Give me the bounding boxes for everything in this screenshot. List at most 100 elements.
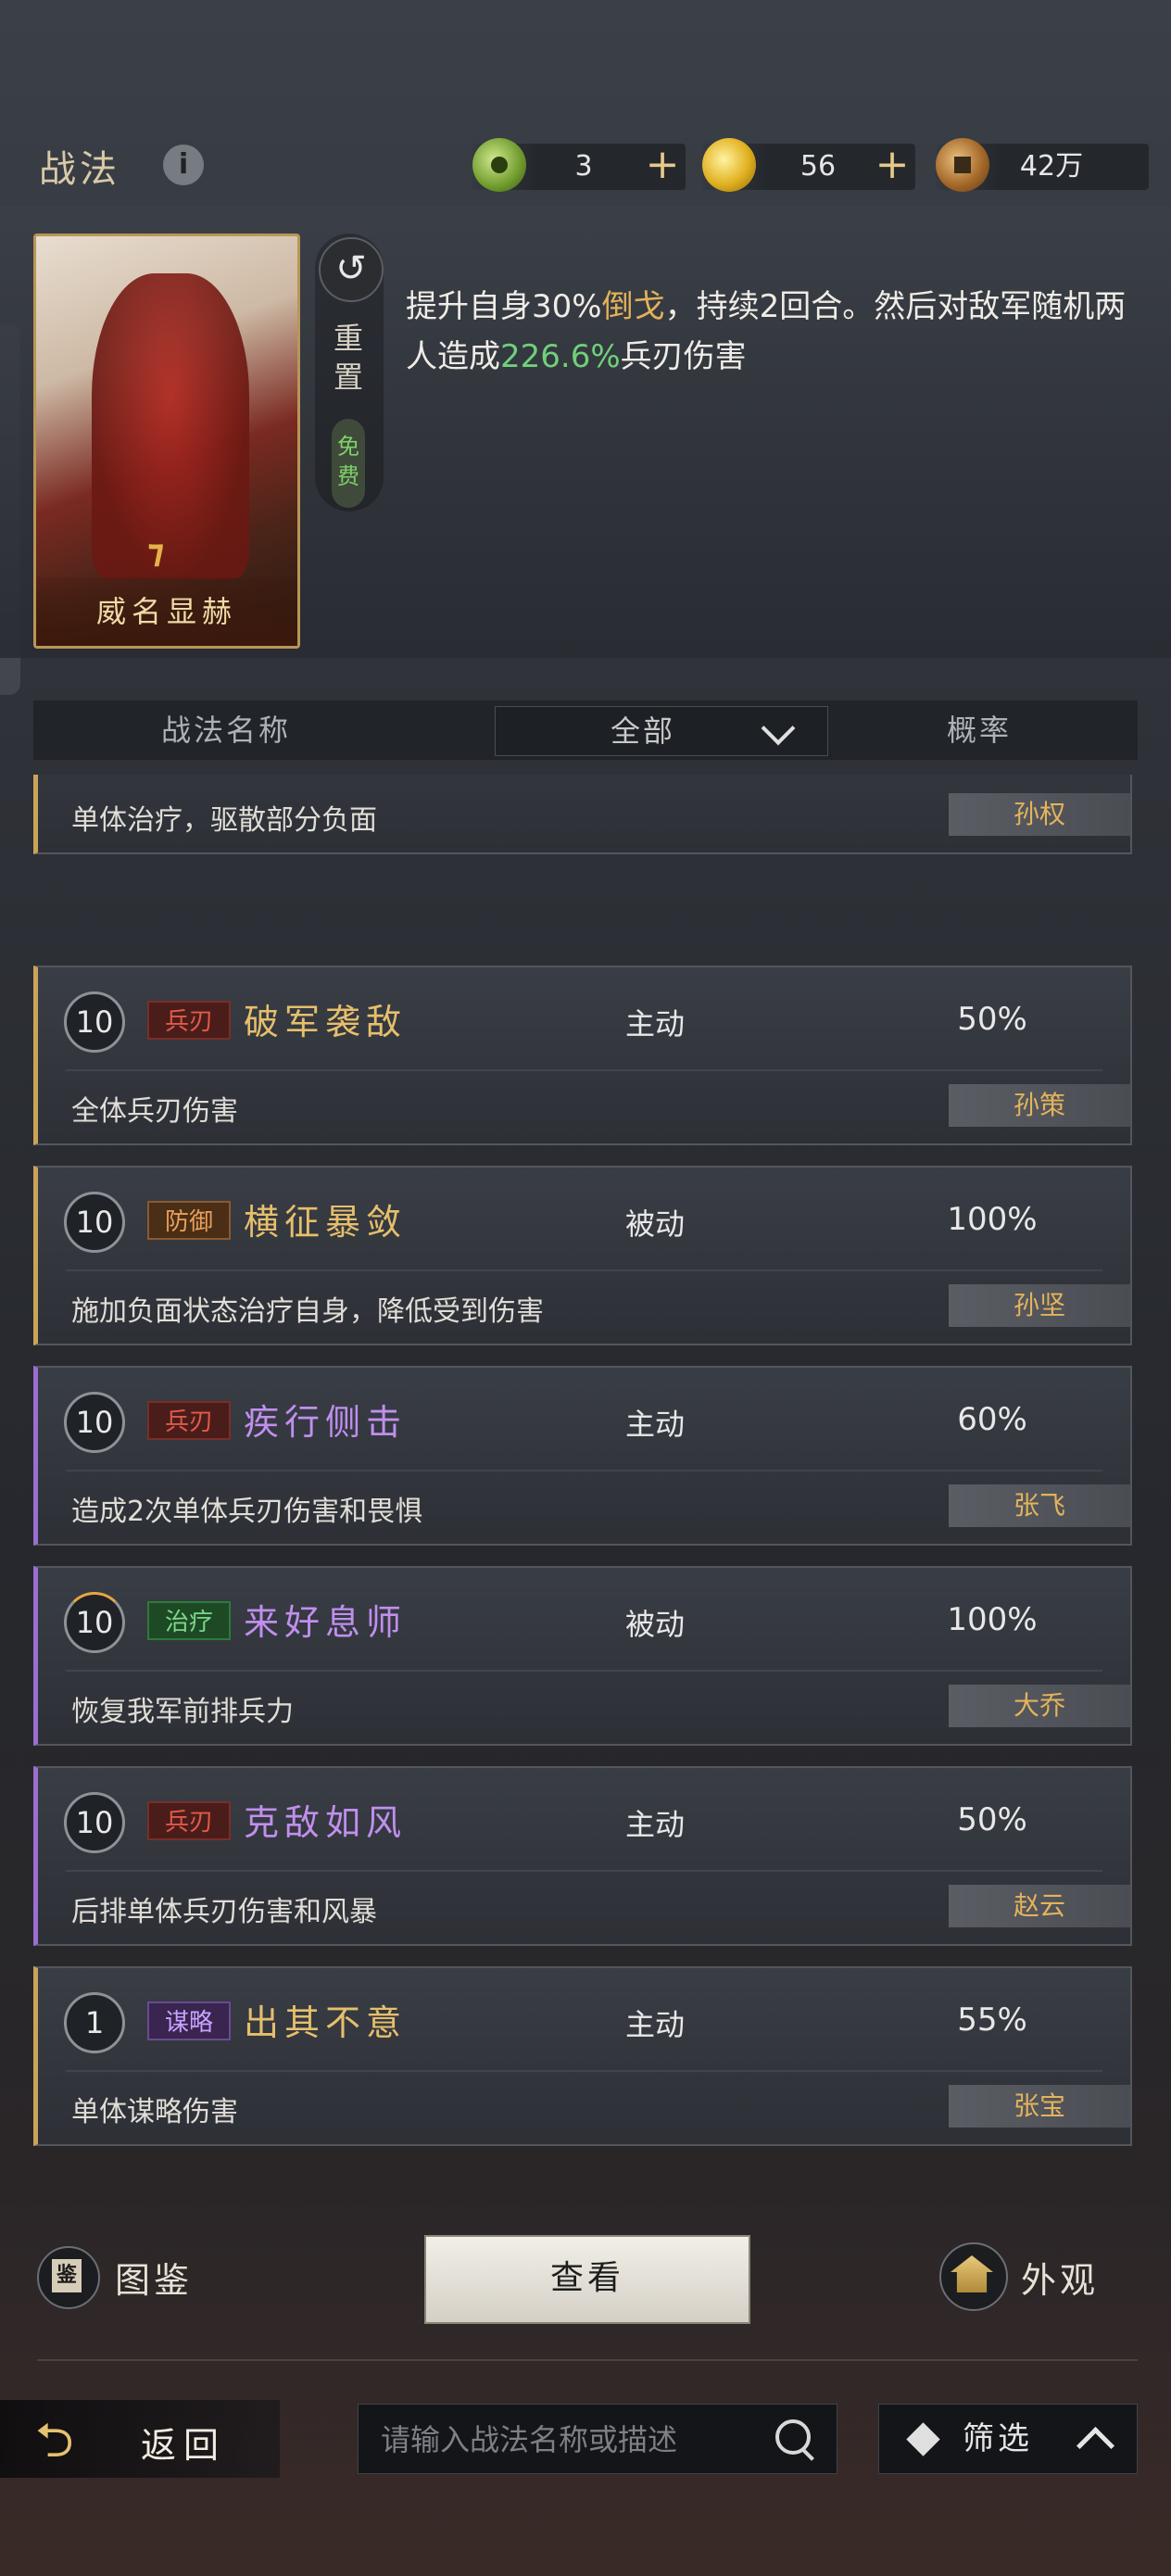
jade-plus-button[interactable]: + — [639, 144, 686, 190]
skill-description: 单体谋略伤害 — [71, 2096, 238, 2128]
skill-name: 疾行侧击 — [244, 1402, 408, 1443]
reset-label[interactable]: 重置 — [330, 319, 367, 397]
general-figure — [92, 273, 249, 579]
card-badge-icon: ⁊ — [147, 533, 165, 571]
skill-name: 横征暴敛 — [244, 1202, 408, 1243]
info-icon[interactable]: i — [163, 145, 204, 185]
skill-row[interactable]: 10 防御 横征暴敛 被动 100% 施加负面状态治疗自身，降低受到伤害 孙坚 — [33, 1166, 1132, 1345]
back-label[interactable]: 返回 — [141, 2417, 226, 2468]
skill-name: 破军袭敌 — [244, 1002, 408, 1042]
resource-jade: 3 + — [472, 138, 686, 192]
search-input[interactable] — [379, 2405, 753, 2475]
skill-description: 单体治疗，驱散部分负面 — [71, 804, 377, 837]
skill-owner[interactable]: 孙坚 — [949, 1284, 1130, 1327]
skill-owner[interactable]: 赵云 — [949, 1885, 1130, 1927]
desc-part-3: 兵刃伤害 — [620, 338, 747, 375]
skill-owner[interactable]: 大乔 — [949, 1685, 1130, 1727]
type-filter-dropdown[interactable]: 全部 — [495, 706, 828, 756]
row-divider — [66, 1670, 1102, 1672]
skill-name: 来好息师 — [244, 1602, 408, 1643]
resource-copper: 42万 — [936, 138, 1149, 192]
skill-type-tag: 兵刃 — [147, 1401, 231, 1440]
skill-card[interactable]: ⁊ 威名显赫 — [33, 234, 300, 649]
skill-activation: 主动 — [625, 1006, 686, 1042]
skill-description: 后排单体兵刃伤害和风暴 — [71, 1896, 377, 1928]
skill-level: 10 — [64, 1792, 125, 1853]
skill-activation: 主动 — [625, 1407, 686, 1442]
search-icon[interactable] — [775, 2419, 811, 2455]
skill-type-tag: 兵刃 — [147, 1001, 231, 1040]
type-filter-value: 全部 — [611, 713, 676, 749]
skill-probability: 100% — [947, 1201, 1038, 1238]
view-button[interactable]: 查看 — [424, 2235, 750, 2324]
skill-description: 恢复我军前排兵力 — [71, 1696, 294, 1728]
skill-list[interactable]: 单体治疗，驱散部分负面 孙权 10 兵刃 破军袭敌 主动 50% 全体兵刃伤害 孙策 10 防御 横征… — [33, 775, 1140, 2161]
skill-probability: 100% — [947, 1601, 1038, 1638]
row-divider — [66, 1269, 1102, 1271]
skill-activation: 被动 — [625, 1206, 686, 1242]
skill-owner[interactable]: 孙策 — [949, 1084, 1130, 1127]
resource-gold: 56 + — [702, 138, 915, 192]
skill-row[interactable]: 10 兵刃 克敌如风 主动 50% 后排单体兵刃伤害和风暴 赵云 — [33, 1766, 1132, 1946]
row-divider — [66, 1069, 1102, 1071]
skill-activation: 主动 — [625, 2007, 686, 2042]
row-divider — [66, 2070, 1102, 2072]
skill-level: 10 — [64, 1192, 125, 1253]
jade-coin-icon — [472, 138, 526, 192]
codex-button[interactable]: 图鉴 — [115, 2252, 193, 2303]
desc-highlight-damage: 226.6% — [500, 338, 621, 375]
skill-row[interactable]: 单体治疗，驱散部分负面 孙权 — [33, 775, 1132, 854]
skill-row[interactable]: 10 治疗 来好息师 被动 100% 恢复我军前排兵力 大乔 — [33, 1566, 1132, 1746]
desc-highlight-status: 倒戈 — [601, 288, 665, 325]
skill-owner[interactable]: 张飞 — [949, 1484, 1130, 1527]
filter-label: 筛选 — [963, 2420, 1033, 2457]
skill-type-tag: 谋略 — [147, 2001, 231, 2040]
col-skill-name: 战法名称 — [161, 713, 292, 748]
divider — [37, 2359, 1138, 2361]
skill-activation: 主动 — [625, 1807, 686, 1842]
skill-activation: 被动 — [625, 1607, 686, 1642]
jade-value: 3 — [574, 150, 593, 183]
skill-level: 10 — [64, 991, 125, 1053]
skill-owner[interactable]: 孙权 — [949, 793, 1130, 836]
skin-button[interactable]: 外观 — [1021, 2252, 1099, 2303]
free-badge: 免费 — [332, 419, 365, 508]
codex-book-icon: 鉴 — [52, 2259, 82, 2292]
chevron-up-icon[interactable] — [1076, 2426, 1115, 2466]
skill-description: 全体兵刃伤害 — [71, 1095, 238, 1128]
copper-value: 42万 — [1019, 150, 1084, 183]
skill-type-tag: 防御 — [147, 1201, 231, 1240]
search-box[interactable] — [358, 2404, 837, 2475]
back-arrow-icon[interactable]: ⮌ — [35, 2417, 74, 2465]
skill-name: 克敌如风 — [244, 1802, 408, 1843]
skill-name: 出其不意 — [244, 2002, 408, 2043]
skill-probability: 50% — [957, 1801, 1027, 1838]
skill-row[interactable]: 10 兵刃 破军袭敌 主动 50% 全体兵刃伤害 孙策 — [33, 966, 1132, 1145]
skill-row[interactable]: 10 兵刃 疾行侧击 主动 60% 造成2次单体兵刃伤害和畏惧 张飞 — [33, 1366, 1132, 1546]
skill-type-tag: 兵刃 — [147, 1801, 231, 1840]
gold-value: 56 — [800, 150, 837, 183]
skill-level: 10 — [64, 1592, 125, 1653]
gold-plus-button[interactable]: + — [869, 144, 915, 190]
featured-description: 提升自身30%倒戈，持续2回合。然后对敌军随机两人造成226.6%兵刃伤害 — [406, 282, 1128, 382]
skill-level: 1 — [64, 1992, 125, 2053]
skill-level: 10 — [64, 1392, 125, 1453]
filter-icon — [906, 2422, 940, 2456]
page-title: 战法 — [39, 148, 120, 191]
gold-ingot-icon — [702, 138, 756, 192]
filter-button[interactable]: 筛选 — [878, 2404, 1138, 2474]
skill-row[interactable]: 1 谋略 出其不意 主动 55% 单体谋略伤害 张宝 — [33, 1966, 1132, 2146]
skill-probability: 60% — [957, 1401, 1027, 1438]
skill-description: 施加负面状态治疗自身，降低受到伤害 — [71, 1295, 544, 1328]
row-divider — [66, 1870, 1102, 1872]
card-name: 威名显赫 — [36, 577, 297, 646]
skill-owner[interactable]: 张宝 — [949, 2085, 1130, 2128]
desc-part-1: 提升自身30% — [406, 288, 602, 325]
skill-type-tag: 治疗 — [147, 1601, 231, 1640]
col-probability: 概率 — [947, 713, 1013, 748]
reset-icon[interactable]: ↺ — [319, 237, 384, 302]
row-divider — [66, 1470, 1102, 1471]
skill-description: 造成2次单体兵刃伤害和畏惧 — [71, 1496, 423, 1528]
chevron-down-icon — [761, 711, 796, 746]
copper-coin-icon — [936, 138, 989, 192]
